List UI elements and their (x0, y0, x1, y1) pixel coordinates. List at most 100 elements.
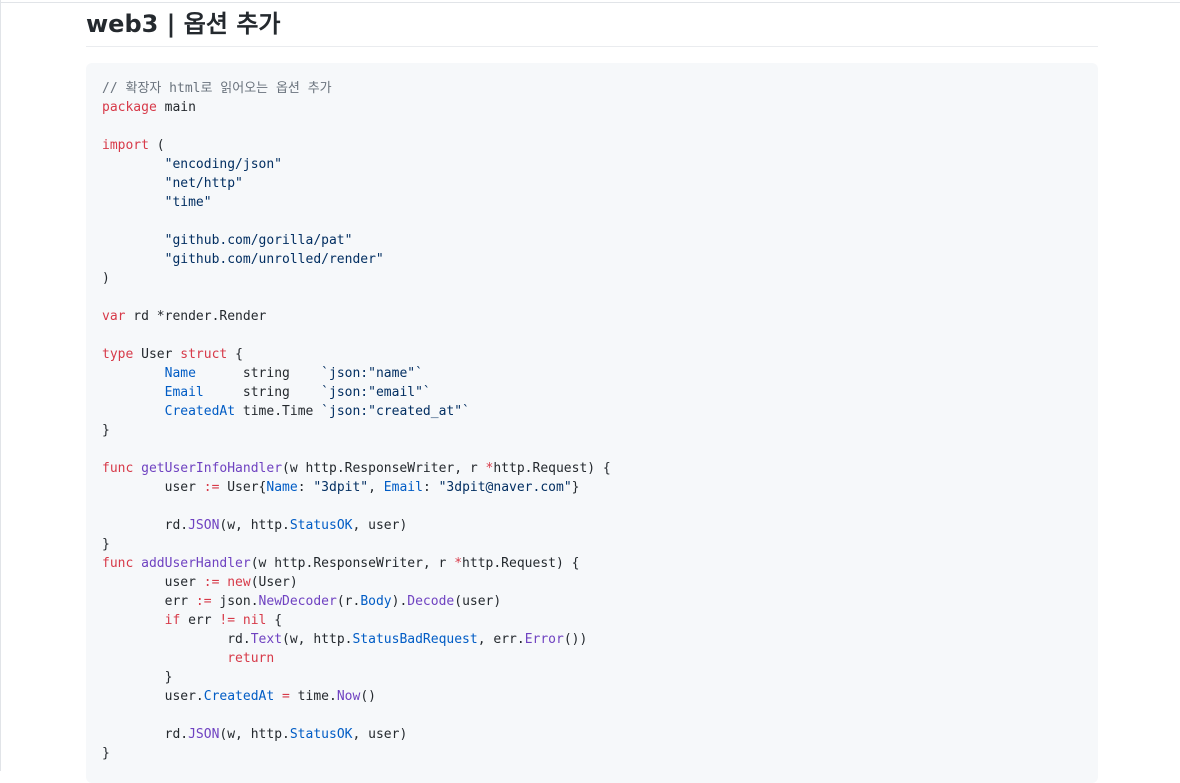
code-line: } (102, 535, 611, 554)
code-token-plain: string (195, 366, 322, 381)
code-line: // 확장자 html로 읽어오는 옵션 추가 (102, 79, 611, 98)
code-line: } (102, 668, 611, 687)
code-token-plain: time.Time (235, 404, 322, 419)
code-token-plain: } (102, 537, 110, 552)
code-token-string: "3dpit" (313, 480, 369, 495)
code-token-plain: err (180, 613, 220, 628)
code-line: func addUserHandler(w http.ResponseWrite… (102, 554, 611, 573)
code-token-plain: user (102, 480, 204, 495)
code-token-plain: string (203, 385, 322, 400)
code-line: rd.JSON(w, http.StatusOK, user) (102, 725, 611, 744)
code-token-string: "time" (102, 195, 212, 210)
code-token-string: `json:"email"` (321, 385, 431, 400)
code-token-plain: , user) (352, 727, 408, 742)
code-token-string: `json:"name"` (321, 366, 423, 381)
code-token-plain: , (368, 480, 384, 495)
page-title: web3 | 옵션 추가 (86, 10, 281, 38)
code-token-keyword: import (102, 138, 149, 153)
code-token-keyword: type (102, 347, 134, 362)
code-line: "github.com/gorilla/pat" (102, 231, 611, 250)
code-token-plain: (User) (250, 575, 298, 590)
code-text[interactable]: // 확장자 html로 읽어오는 옵션 추가 package main impo… (102, 79, 611, 763)
code-token-func: Text (250, 632, 283, 647)
code-token-keyword: var (102, 309, 126, 324)
code-token-plain: rd. (102, 518, 189, 533)
code-token-string: "encoding/json" (102, 157, 283, 172)
code-line: } (102, 421, 611, 440)
code-line: import ( (102, 136, 611, 155)
code-token-plain: } (571, 480, 580, 495)
code-line: "net/http" (102, 174, 611, 193)
code-token-func: NewDecoder (258, 594, 337, 609)
code-token-plain: user (102, 575, 204, 590)
code-line: err := json.NewDecoder(r.Body).Decode(us… (102, 592, 611, 611)
code-line: rd.Text(w, http.StatusBadRequest, err.Er… (102, 630, 611, 649)
code-token-plain: (user) (454, 594, 502, 609)
code-token-plain: http.Request) { (462, 556, 580, 571)
code-line: if err != nil { (102, 611, 611, 630)
code-token-string: "net/http" (102, 176, 243, 191)
code-token-func: Decode (407, 594, 455, 609)
code-token-keyword: := (195, 594, 212, 609)
code-token-plain: (r. (336, 594, 361, 609)
code-token-plain: } (102, 670, 173, 685)
code-token-func: Now (336, 689, 361, 704)
code-line: type User struct { (102, 345, 611, 364)
code-token-plain: http.Request) { (493, 461, 611, 476)
code-token-field: StatusOK (289, 518, 353, 533)
code-line: return (102, 649, 611, 668)
code-line: package main (102, 98, 611, 117)
code-token-string: "github.com/gorilla/pat" (102, 233, 353, 248)
code-line: user.CreatedAt = time.Now() (102, 687, 611, 706)
code-token-plain: (w, http. (282, 632, 353, 647)
code-token-plain: ). (391, 594, 408, 609)
code-token-plain: : (422, 480, 439, 495)
code-token-plain: , user) (352, 518, 408, 533)
code-token-field: CreatedAt (203, 689, 275, 704)
code-token-plain: , err. (477, 632, 525, 647)
code-block[interactable]: // 확장자 html로 읽어오는 옵션 추가 package main impo… (86, 63, 1098, 783)
code-token-plain: User{ (219, 480, 267, 495)
code-token-plain: ) (102, 271, 110, 286)
code-token-plain: rd. (102, 727, 189, 742)
code-token-field: StatusBadRequest (352, 632, 478, 647)
code-token-plain: { (266, 613, 283, 628)
code-token-field: Email (383, 480, 423, 495)
code-token-plain: user. (102, 689, 204, 704)
code-line: user := new(User) (102, 573, 611, 592)
code-token-plain: main (156, 100, 196, 115)
code-token-plain: ( (148, 138, 165, 153)
code-token-plain: (w http.ResponseWriter, r (282, 461, 486, 476)
code-token-plain: json. (211, 594, 259, 609)
code-token-plain: (w, http. (219, 727, 290, 742)
page-left-border (0, 0, 1, 771)
code-token-field: CreatedAt (164, 404, 236, 419)
code-token-string: "github.com/unrolled/render" (102, 252, 384, 267)
code-token-keyword: nil (242, 613, 267, 628)
code-token-keyword: if (164, 613, 181, 628)
code-token-keyword: func (102, 461, 134, 476)
code-token-func: JSON (188, 727, 220, 742)
code-token-plain: } (102, 746, 110, 761)
code-line: func getUserInfoHandler(w http.ResponseW… (102, 459, 611, 478)
code-token-keyword: struct (180, 347, 228, 362)
code-token-keyword: := (203, 480, 220, 495)
code-token-field: StatusOK (289, 727, 353, 742)
code-line: "encoding/json" (102, 155, 611, 174)
code-token-keyword: := (203, 575, 220, 590)
code-line: var rd *render.Render (102, 307, 611, 326)
code-token-plain: rd *render.Render (125, 309, 267, 324)
code-line: "time" (102, 193, 611, 212)
code-token-field: Name (164, 366, 196, 381)
code-token-keyword: new (227, 575, 251, 590)
